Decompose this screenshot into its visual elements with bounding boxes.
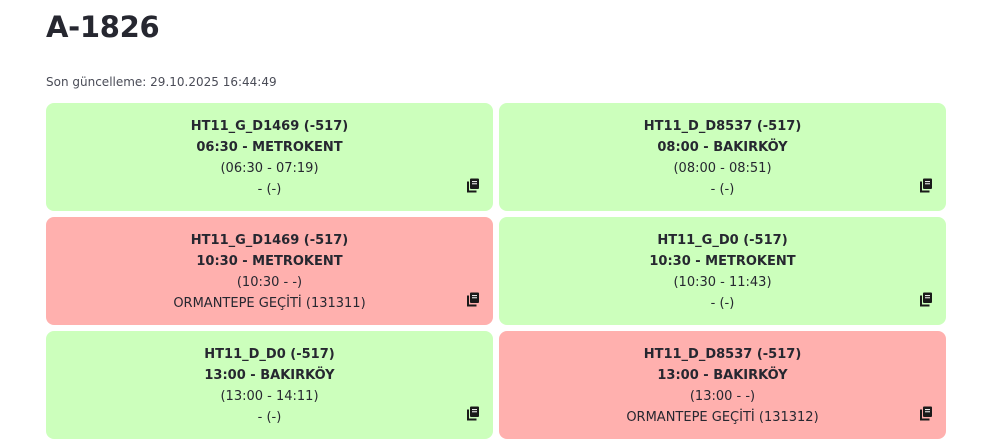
copy-icon[interactable] bbox=[919, 406, 933, 421]
copy-icon[interactable] bbox=[466, 406, 480, 421]
trip-time-window: (08:00 - 08:51) bbox=[673, 161, 772, 176]
trip-stop: - (-) bbox=[710, 296, 735, 311]
trip-card: HT11_D_D8537 (-517) 13:00 - BAKIRKÖY (13… bbox=[499, 331, 946, 439]
trip-code: HT11_D_D0 (-517) bbox=[204, 347, 335, 362]
trip-stop: - (-) bbox=[257, 182, 282, 197]
trip-card: HT11_D_D0 (-517) 13:00 - BAKIRKÖY (13:00… bbox=[46, 331, 493, 439]
trip-code: HT11_G_D0 (-517) bbox=[657, 233, 788, 248]
trip-code: HT11_D_D8537 (-517) bbox=[643, 119, 802, 134]
trip-time-window: (13:00 - 14:11) bbox=[220, 389, 319, 404]
copy-icon[interactable] bbox=[919, 178, 933, 193]
trip-time-destination: 08:00 - BAKIRKÖY bbox=[657, 140, 788, 155]
trip-card: HT11_G_D1469 (-517) 10:30 - METROKENT (1… bbox=[46, 217, 493, 325]
trip-stop: ORMANTEPE GEÇİTİ (131311) bbox=[173, 296, 366, 311]
copy-icon[interactable] bbox=[466, 292, 480, 307]
trip-stop: - (-) bbox=[710, 182, 735, 197]
trip-card: HT11_G_D0 (-517) 10:30 - METROKENT (10:3… bbox=[499, 217, 946, 325]
trip-time-destination: 10:30 - METROKENT bbox=[196, 254, 343, 269]
last-updated-text: Son güncelleme: 29.10.2025 16:44:49 bbox=[46, 75, 277, 89]
copy-icon[interactable] bbox=[466, 178, 480, 193]
trip-cards-grid: HT11_G_D1469 (-517) 06:30 - METROKENT (0… bbox=[46, 103, 946, 439]
trip-card: HT11_G_D1469 (-517) 06:30 - METROKENT (0… bbox=[46, 103, 493, 211]
page-title: A-1826 bbox=[46, 10, 160, 44]
copy-icon[interactable] bbox=[919, 292, 933, 307]
trip-time-window: (06:30 - 07:19) bbox=[220, 161, 319, 176]
trip-time-destination: 13:00 - BAKIRKÖY bbox=[657, 368, 788, 383]
trip-time-window: (13:00 - -) bbox=[689, 389, 756, 404]
trip-stop: ORMANTEPE GEÇİTİ (131312) bbox=[626, 410, 819, 425]
trip-code: HT11_D_D8537 (-517) bbox=[643, 347, 802, 362]
trip-time-window: (10:30 - -) bbox=[236, 275, 303, 290]
trip-card: HT11_D_D8537 (-517) 08:00 - BAKIRKÖY (08… bbox=[499, 103, 946, 211]
trip-code: HT11_G_D1469 (-517) bbox=[190, 119, 349, 134]
trip-stop: - (-) bbox=[257, 410, 282, 425]
trip-time-destination: 13:00 - BAKIRKÖY bbox=[204, 368, 335, 383]
trip-time-destination: 06:30 - METROKENT bbox=[196, 140, 343, 155]
trip-time-destination: 10:30 - METROKENT bbox=[649, 254, 796, 269]
trip-time-window: (10:30 - 11:43) bbox=[673, 275, 772, 290]
trip-code: HT11_G_D1469 (-517) bbox=[190, 233, 349, 248]
